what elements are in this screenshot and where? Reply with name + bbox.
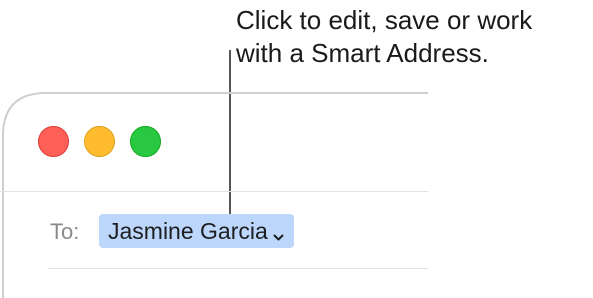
recipient-name: Jasmine Garcia bbox=[108, 218, 268, 244]
close-button[interactable] bbox=[38, 126, 69, 157]
callout-line-2: with a Smart Address. bbox=[236, 38, 489, 68]
smart-address-token[interactable]: Jasmine Garcia bbox=[99, 214, 294, 248]
to-field-label: To: bbox=[50, 219, 80, 244]
minimize-button[interactable] bbox=[84, 126, 115, 157]
callout-line-1: Click to edit, save or work bbox=[236, 5, 533, 35]
toolbar-divider bbox=[0, 191, 428, 192]
to-field-divider bbox=[48, 268, 428, 269]
chevron-down-icon[interactable] bbox=[273, 229, 284, 241]
zoom-button[interactable] bbox=[130, 126, 161, 157]
